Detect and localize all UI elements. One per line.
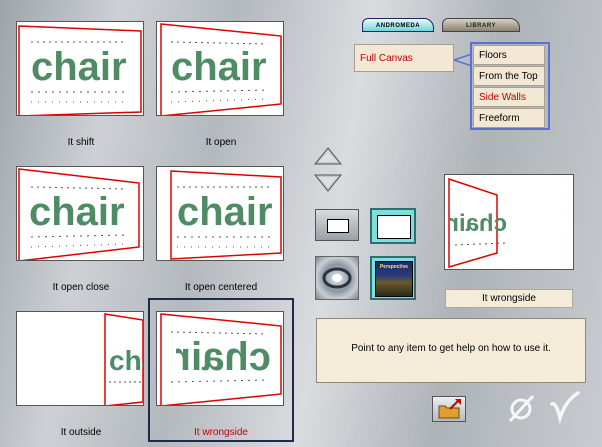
tab-library[interactable]: LIBRARY xyxy=(442,18,520,32)
perspective-button[interactable]: Perspective xyxy=(370,256,416,300)
submenu-item-from-the-top[interactable]: From the Top xyxy=(473,66,545,86)
svg-text:chair: chair xyxy=(175,335,271,379)
chair-preview-outside: chair xyxy=(104,313,144,405)
chair-preview-open-close: chair xyxy=(18,168,140,260)
arrow-up-icon[interactable] xyxy=(313,146,343,166)
caption-it-outside: It outside xyxy=(60,427,102,438)
canvas-frame-button[interactable] xyxy=(370,208,416,244)
cancel-icon[interactable] xyxy=(505,393,539,423)
distort-icon xyxy=(322,267,352,289)
svg-text:chair: chair xyxy=(29,190,125,234)
svg-text:chair: chair xyxy=(171,45,267,89)
caption-it-open-centered: It open centered xyxy=(184,282,258,293)
chair-preview-shift: chair xyxy=(18,25,142,115)
caption-it-open: It open xyxy=(205,137,237,148)
thumbnail-it-open[interactable]: chair xyxy=(156,21,284,116)
canvas-frame-icon xyxy=(377,215,411,239)
caption-it-shift: It shift xyxy=(67,137,95,148)
perspective-label: Perspective xyxy=(379,264,409,270)
perspective-icon: Perspective xyxy=(375,261,413,297)
submenu-item-freeform[interactable]: Freeform xyxy=(473,108,545,128)
svg-text:chair: chair xyxy=(109,345,144,376)
svg-text:chair: chair xyxy=(31,45,127,89)
chair-preview-large: chair xyxy=(448,177,507,268)
help-text: Point to any item to get help on how to … xyxy=(351,343,551,354)
rect-frame-icon xyxy=(327,219,349,233)
thumbnail-it-shift[interactable]: chair xyxy=(16,21,144,116)
rect-frame-button[interactable] xyxy=(315,209,359,241)
caption-it-wrongside: It wrongside xyxy=(194,427,248,438)
chair-preview-wrongside: chair xyxy=(160,313,282,405)
thumbnail-it-wrongside[interactable]: chair xyxy=(156,311,284,406)
folder-export-button[interactable] xyxy=(432,396,466,422)
preview-caption: It wrongside xyxy=(445,289,573,308)
caption-it-open-close: It open close xyxy=(52,282,110,293)
submenu-item-floors[interactable]: Floors xyxy=(473,45,545,65)
thumbnail-it-open-close[interactable]: chair xyxy=(16,166,144,261)
chair-preview-open: chair xyxy=(160,23,282,115)
chair-preview-open-centered: chair xyxy=(170,170,282,260)
svg-text:chair: chair xyxy=(177,190,273,234)
arrow-down-icon[interactable] xyxy=(313,173,343,193)
svg-text:chair: chair xyxy=(450,210,507,237)
full-canvas-button[interactable]: Full Canvas xyxy=(354,44,454,72)
folder-export-icon xyxy=(438,399,461,419)
tab-andromeda[interactable]: ANDROMEDA xyxy=(362,18,434,32)
submenu-item-side-walls[interactable]: Side Walls xyxy=(473,87,545,107)
thumbnail-it-open-centered[interactable]: chair xyxy=(156,166,284,261)
check-icon[interactable] xyxy=(548,390,582,424)
large-preview: chair xyxy=(444,174,574,270)
distort-button[interactable] xyxy=(315,256,359,300)
help-panel: Point to any item to get help on how to … xyxy=(316,318,586,383)
thumbnail-it-outside[interactable]: chair xyxy=(16,311,144,406)
